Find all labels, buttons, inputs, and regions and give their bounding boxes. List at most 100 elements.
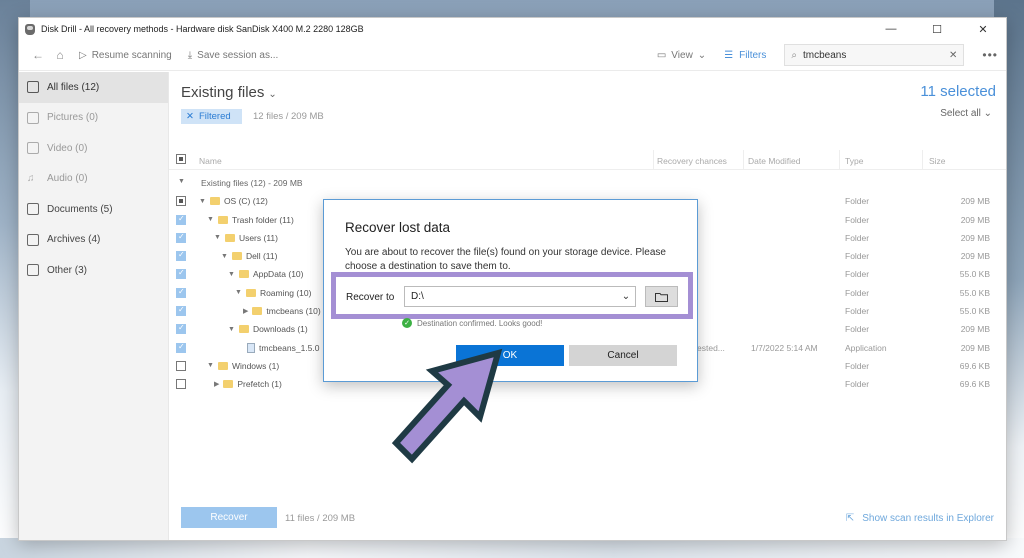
row-checkbox[interactable] <box>176 305 186 317</box>
sidebar: All files (12) Pictures (0) Video (0) ♫ … <box>19 72 169 540</box>
folder-icon <box>223 380 234 389</box>
row-chance: ested... <box>697 342 725 353</box>
row-checkbox[interactable] <box>176 342 186 353</box>
sidebar-item-all-files[interactable]: All files (12) <box>19 72 168 103</box>
row-type: Folder <box>845 251 870 262</box>
row-size: 209 MB <box>960 324 990 335</box>
row-name: Downloads (1) <box>252 324 308 335</box>
row-checkbox[interactable] <box>176 268 186 280</box>
save-session-label: Save session as... <box>197 49 279 61</box>
filters-button[interactable]: ☰ Filters <box>724 50 766 61</box>
row-size: 69.6 KB <box>959 360 990 371</box>
row-name: tmcbeans (10) <box>266 306 321 317</box>
chevron-down-icon: ⌄ <box>621 291 631 302</box>
close-icon[interactable]: ✕ <box>186 111 194 122</box>
row-checkbox[interactable] <box>176 360 186 371</box>
expand-triangle-icon[interactable]: ▶ <box>214 380 219 388</box>
recover-button[interactable]: Recover <box>181 507 277 528</box>
collapse-triangle-icon[interactable]: ▼ <box>228 271 235 278</box>
footer-files-info: 11 files / 209 MB <box>285 513 356 524</box>
cancel-button[interactable]: Cancel <box>569 345 677 366</box>
music-note-icon: ♫ <box>27 172 35 184</box>
view-label: View <box>671 49 693 61</box>
expand-triangle-icon[interactable]: ▶ <box>243 307 248 315</box>
page-title[interactable]: Existing files ⌄ <box>181 84 277 101</box>
column-divider <box>653 150 654 170</box>
row-size: 55.0 KB <box>959 306 990 317</box>
row-type: Folder <box>845 379 870 390</box>
collapse-triangle-icon[interactable]: ▼ <box>178 178 185 185</box>
row-checkbox[interactable] <box>176 323 186 335</box>
show-scan-results-link[interactable]: ⇱ Show scan results in Explorer <box>846 513 994 524</box>
sidebar-item-label: All files (12) <box>47 81 100 93</box>
sliders-icon: ☰ <box>724 49 734 61</box>
collapse-triangle-icon[interactable]: ▼ <box>235 289 242 296</box>
row-checkbox[interactable] <box>176 214 186 225</box>
home-icon[interactable]: ⌂ <box>49 44 71 66</box>
folder-icon <box>252 307 263 316</box>
more-options-icon[interactable]: ••• <box>982 48 998 62</box>
browse-folder-button[interactable] <box>645 286 678 307</box>
minimize-button[interactable]: — <box>868 18 914 40</box>
row-checkbox[interactable] <box>176 250 186 262</box>
toolbar: ← ⌂ ▷ Resume scanning ⤓ Save session as.… <box>19 40 1006 71</box>
row-name: Users (11) <box>238 232 278 243</box>
back-arrow-icon[interactable]: ← <box>27 44 49 66</box>
desktop-wallpaper-bottom <box>0 538 1024 558</box>
file-icon <box>27 81 39 94</box>
destination-select[interactable]: D:\ ⌄ <box>404 286 636 307</box>
sidebar-item-other[interactable]: Other (3) <box>19 255 168 286</box>
recover-to-label: Recover to <box>346 292 395 303</box>
collapse-triangle-icon[interactable]: ▼ <box>221 253 228 260</box>
column-header-size[interactable]: Size <box>929 156 946 166</box>
search-input[interactable] <box>803 49 943 61</box>
row-checkbox[interactable] <box>176 379 186 390</box>
sidebar-item-label: Other (3) <box>47 264 88 276</box>
sidebar-item-documents[interactable]: Documents (5) <box>19 194 168 225</box>
sidebar-item-audio[interactable]: ♫ Audio (0) <box>19 164 168 195</box>
collapse-triangle-icon[interactable]: ▼ <box>228 326 235 333</box>
files-info: 12 files / 209 MB <box>253 111 324 122</box>
group-row[interactable]: ▼ Existing files (12) - 209 MB <box>169 174 1006 192</box>
select-all-checkbox[interactable] <box>176 154 186 164</box>
check-circle-icon: ✓ <box>402 318 412 328</box>
view-menu-button[interactable]: ▭ View ⌄ <box>657 50 706 61</box>
column-divider <box>743 150 744 170</box>
column-header-chances[interactable]: Recovery chances <box>657 156 727 166</box>
folder-icon <box>209 197 220 206</box>
select-all-button[interactable]: Select all ⌄ <box>940 108 992 119</box>
sidebar-item-pictures[interactable]: Pictures (0) <box>19 103 168 134</box>
column-header-type[interactable]: Type <box>845 156 863 166</box>
collapse-triangle-icon[interactable]: ▼ <box>207 362 214 369</box>
row-checkbox[interactable] <box>176 232 186 243</box>
filtered-chip[interactable]: ✕ Filtered <box>181 109 242 124</box>
save-session-button[interactable]: ⤓ Save session as... <box>188 50 279 61</box>
sidebar-item-video[interactable]: Video (0) <box>19 133 168 164</box>
collapse-triangle-icon[interactable]: ▼ <box>207 216 214 223</box>
row-checkbox[interactable] <box>176 287 186 298</box>
select-all-label: Select all <box>940 108 981 119</box>
maximize-button[interactable]: ☐ <box>914 18 960 40</box>
disk-drill-app-icon <box>25 23 35 35</box>
row-size: 209 MB <box>960 251 990 262</box>
row-type: Folder <box>845 287 870 298</box>
sidebar-item-archives[interactable]: Archives (4) <box>19 225 168 256</box>
chevron-down-icon: ⌄ <box>983 108 992 119</box>
row-type: Folder <box>845 232 870 243</box>
collapse-triangle-icon[interactable]: ▼ <box>214 234 221 241</box>
row-type: Folder <box>845 269 870 280</box>
row-type: Folder <box>845 360 870 371</box>
row-size: 55.0 KB <box>959 269 990 280</box>
window-title: Disk Drill - All recovery methods - Hard… <box>41 24 364 34</box>
column-header-name[interactable]: Name <box>199 156 222 166</box>
clear-search-icon[interactable]: ✕ <box>949 50 957 61</box>
row-name: Trash folder (11) <box>231 214 294 225</box>
column-header-date[interactable]: Date Modified <box>748 156 800 166</box>
close-button[interactable]: ✕ <box>960 18 1006 40</box>
selected-count: 11 selected <box>920 83 996 100</box>
row-checkbox[interactable] <box>176 196 186 207</box>
row-size: 69.6 KB <box>959 379 990 390</box>
resume-scanning-button[interactable]: ▷ Resume scanning <box>79 50 172 61</box>
collapse-triangle-icon[interactable]: ▼ <box>199 198 206 205</box>
row-name: tmcbeans_1.5.0 <box>259 342 320 353</box>
